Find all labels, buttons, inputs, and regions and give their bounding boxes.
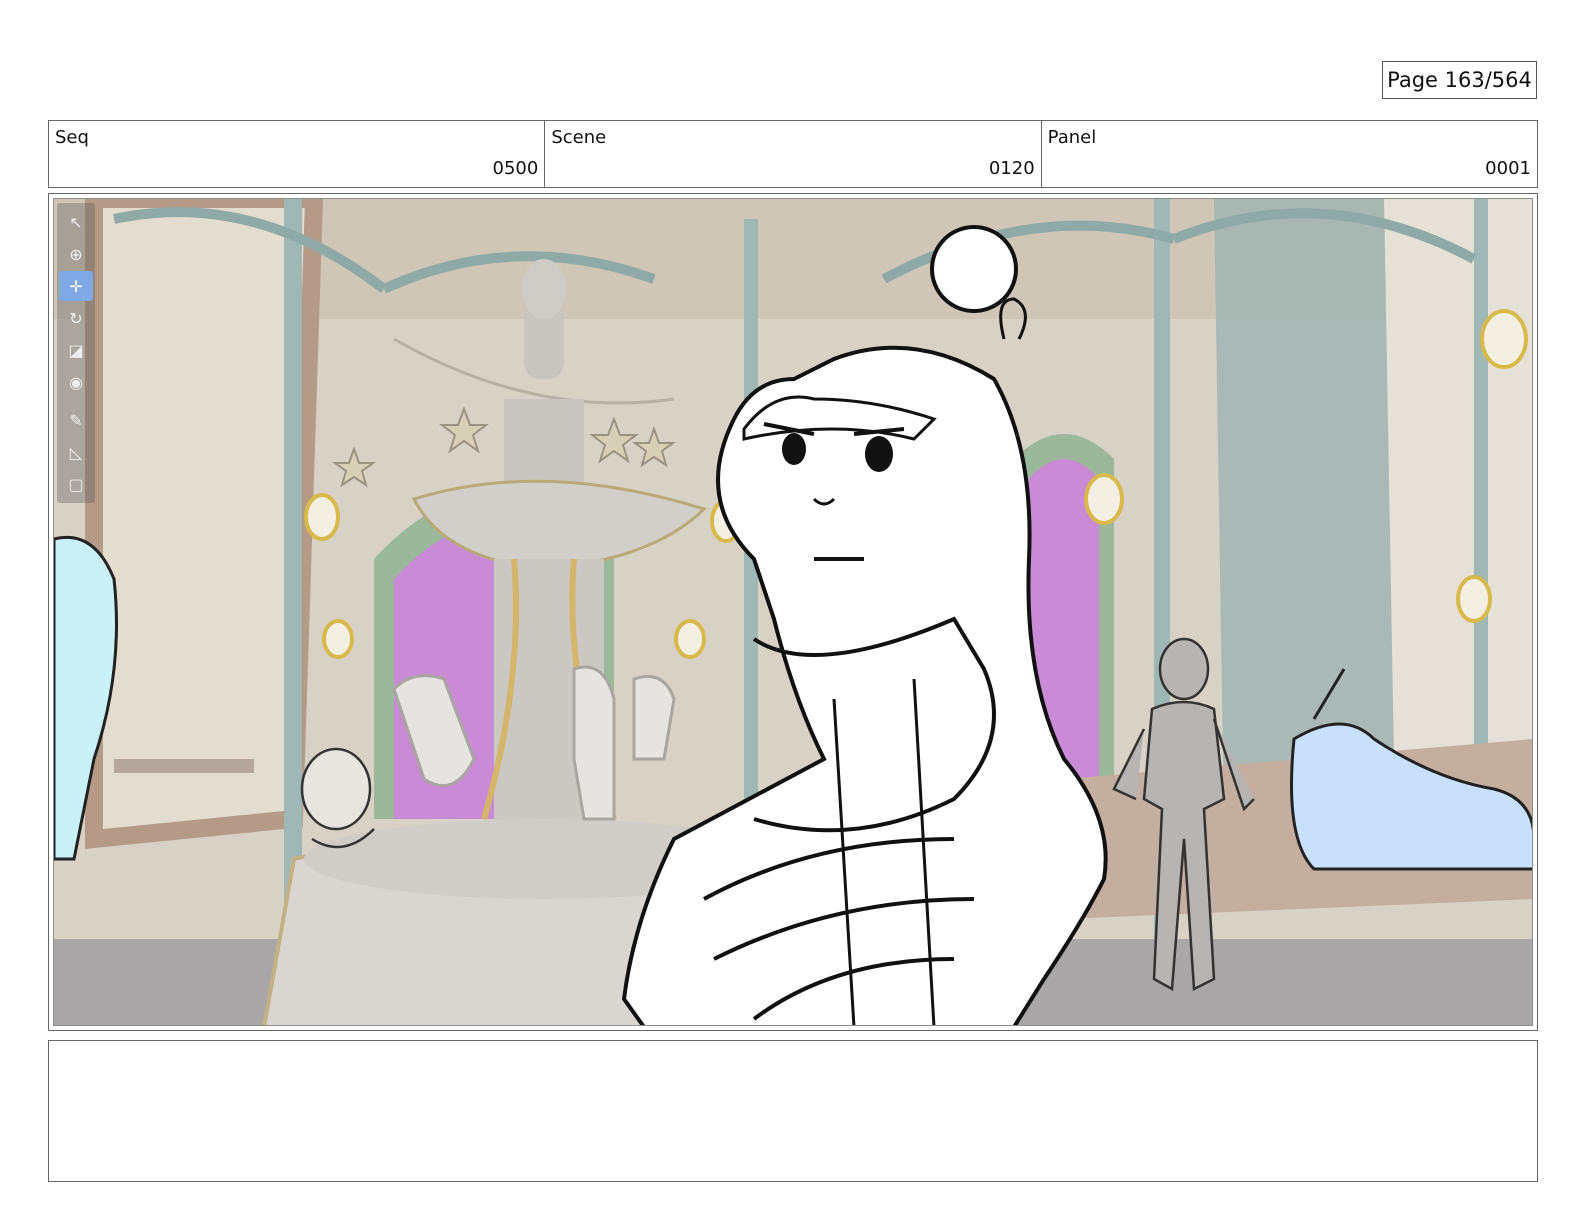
seq-label: Seq xyxy=(55,127,89,148)
ruler-icon[interactable]: ◺ xyxy=(59,437,93,467)
seq-cell: Seq 0500 xyxy=(49,121,546,187)
select-icon[interactable]: ↖ xyxy=(59,207,93,237)
pivot-icon[interactable]: ◉ xyxy=(59,367,93,397)
new-layer-icon[interactable]: ▢ xyxy=(59,469,93,499)
panel-value: 0001 xyxy=(1485,158,1531,179)
iron-column xyxy=(284,199,302,939)
panel-header: Seq 0500 Scene 0120 Panel 0001 xyxy=(48,120,1538,188)
right-corner-wall xyxy=(1384,199,1532,799)
scene-value: 0120 xyxy=(988,158,1035,179)
brush-icon[interactable]: ✎ xyxy=(59,405,93,435)
panel-notes-box[interactable] xyxy=(48,1040,1538,1182)
scene-label: Scene xyxy=(551,127,607,148)
transform-icon[interactable]: ✛ xyxy=(59,271,93,301)
camera-icon[interactable]: ⊕ xyxy=(59,239,93,269)
tool-palette: ↖ ⊕ ✛ ↻ ◪ ◉ ✎ ◺ ▢ xyxy=(57,203,95,503)
left-shelf xyxy=(114,759,254,773)
storyboard-viewport[interactable]: ↖ ⊕ ✛ ↻ ◪ ◉ ✎ ◺ ▢ xyxy=(53,198,1533,1026)
storyboard-frame: ↖ ⊕ ✛ ↻ ◪ ◉ ✎ ◺ ▢ xyxy=(48,193,1538,1031)
scale-icon[interactable]: ◪ xyxy=(59,335,93,365)
page-counter: Page 163/564 xyxy=(1382,61,1537,99)
left-wall-panel xyxy=(85,199,324,849)
tool-separator xyxy=(57,399,95,403)
scene-cell: Scene 0120 xyxy=(545,121,1042,187)
storyboard-image xyxy=(54,199,1532,1025)
rotate-icon[interactable]: ↻ xyxy=(59,303,93,333)
seq-value: 0500 xyxy=(492,158,539,179)
panel-cell: Panel 0001 xyxy=(1042,121,1537,187)
panel-label: Panel xyxy=(1047,127,1097,148)
iron-column xyxy=(1474,199,1488,819)
